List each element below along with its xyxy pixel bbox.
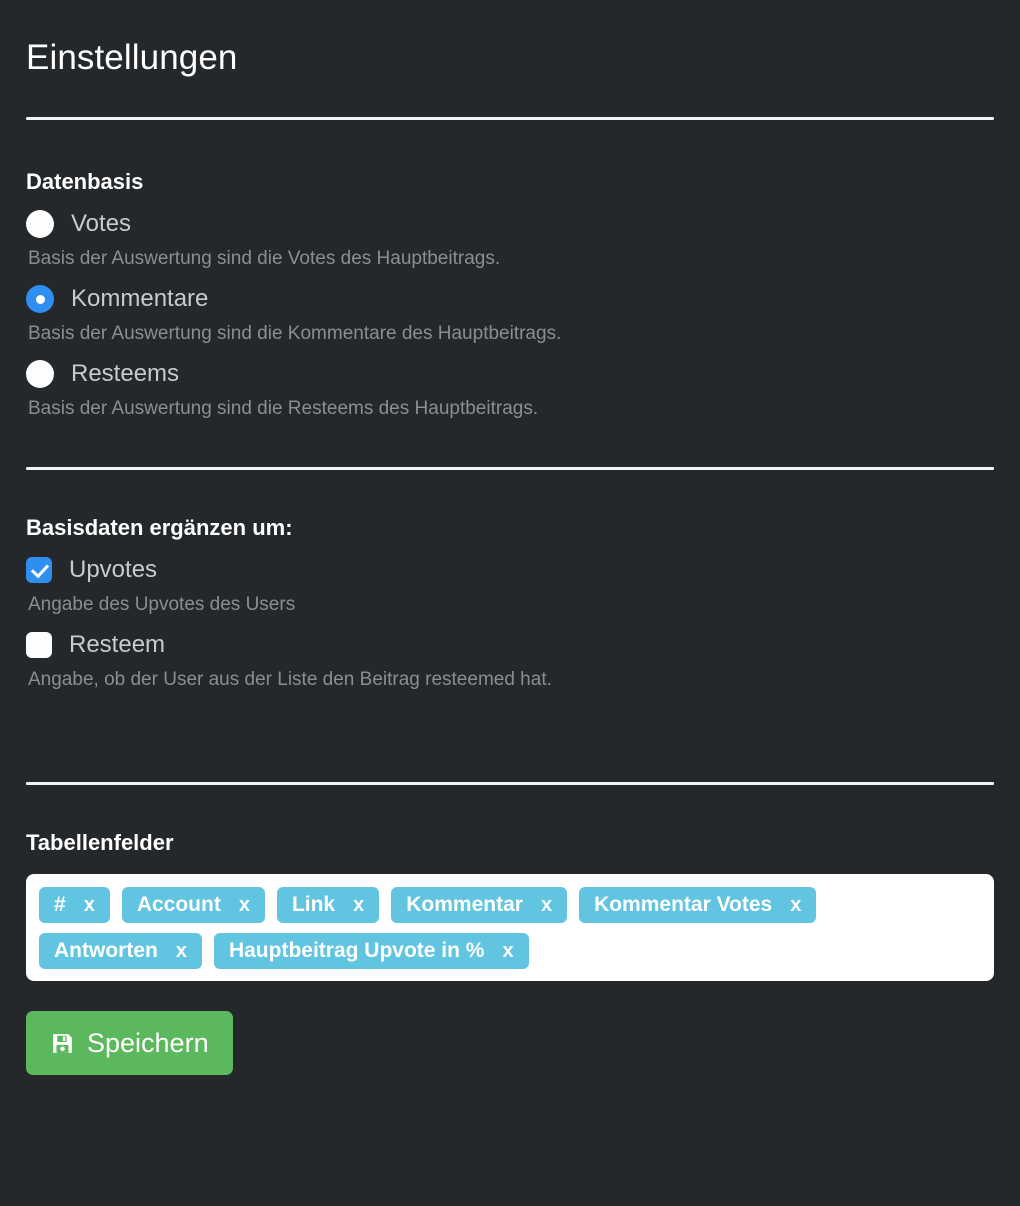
tag-chip[interactable]: Kommentar Votes x: [579, 887, 817, 923]
radio-description-kommentare: Basis der Auswertung sind die Kommentare…: [28, 323, 562, 344]
checkbox-group-erganzen: Upvotes Angabe des Upvotes des Users Res…: [26, 556, 994, 692]
checkbox-option-upvotes[interactable]: Upvotes: [26, 556, 994, 584]
section-heading-tabellenfelder: Tabellenfelder: [26, 830, 174, 855]
radio-icon-votes[interactable]: [26, 210, 54, 238]
checkbox-label-resteem: Resteem: [69, 631, 166, 658]
radio-label-resteems: Resteems: [71, 360, 180, 387]
tag-chip[interactable]: Hauptbeitrag Upvote in % x: [213, 933, 529, 969]
radio-label-kommentare: Kommentare: [71, 285, 209, 312]
checkbox-label-upvotes: Upvotes: [69, 556, 158, 583]
tag-chip-remove-icon[interactable]: x: [239, 887, 250, 923]
radio-description-resteems: Basis der Auswertung sind die Resteems d…: [28, 398, 539, 419]
section-heading-datenbasis: Datenbasis: [26, 169, 144, 194]
tag-chip-remove-icon[interactable]: x: [790, 887, 801, 923]
tag-chip[interactable]: Link x: [276, 887, 380, 923]
tag-chip-remove-icon[interactable]: x: [84, 887, 95, 923]
tag-chip-label: Kommentar Votes: [594, 893, 773, 916]
tag-chip-label: Antworten: [54, 939, 158, 962]
checkbox-description-upvotes: Angabe des Upvotes des Users: [28, 594, 296, 615]
radio-icon-kommentare[interactable]: [26, 285, 54, 313]
radio-group-datenbasis: Votes Basis der Auswertung sind die Vote…: [26, 210, 994, 421]
save-button-label: Speichern: [87, 1027, 209, 1058]
save-button[interactable]: Speichern: [26, 1011, 233, 1075]
tabellenfelder-tag-input[interactable]: # x Account x Link x Kommentar x Kommentar Votes…: [26, 874, 994, 981]
radio-description-votes: Basis der Auswertung sind die Votes des …: [28, 248, 501, 269]
radio-label-votes: Votes: [71, 210, 132, 237]
save-floppy-icon: [50, 1031, 75, 1056]
tag-chip-label: #: [54, 893, 66, 916]
tag-chip-label: Hauptbeitrag Upvote in %: [228, 939, 485, 962]
checkbox-description-resteem: Angabe, ob der User aus der Liste den Be…: [28, 669, 552, 690]
tag-chip-remove-icon[interactable]: x: [176, 933, 187, 969]
radio-option-resteems[interactable]: Resteems: [26, 360, 994, 388]
tag-chip[interactable]: Account x: [121, 887, 265, 923]
tag-chip-label: Link: [291, 893, 336, 916]
tag-chip-label: Account: [136, 893, 221, 916]
checkbox-option-resteem[interactable]: Resteem: [26, 631, 994, 659]
tag-chip[interactable]: Kommentar x: [391, 887, 568, 923]
settings-page: Einstellungen Datenbasis Votes Basis der…: [0, 0, 1020, 1206]
checkbox-icon-resteem[interactable]: [26, 632, 52, 658]
tag-chip-remove-icon[interactable]: x: [353, 887, 364, 923]
radio-icon-resteems[interactable]: [26, 360, 54, 388]
tag-chip[interactable]: # x: [39, 887, 110, 923]
page-title: Einstellungen: [26, 38, 238, 77]
tag-chip[interactable]: Antworten x: [39, 933, 202, 969]
section-heading-erganzen: Basisdaten ergänzen um:: [26, 515, 293, 540]
checkbox-icon-upvotes[interactable]: [26, 557, 52, 583]
tag-chip-label: Kommentar: [406, 893, 523, 916]
tag-chip-remove-icon[interactable]: x: [541, 887, 552, 923]
radio-option-votes[interactable]: Votes: [26, 210, 994, 238]
radio-option-kommentare[interactable]: Kommentare: [26, 285, 994, 313]
tag-chip-remove-icon[interactable]: x: [502, 933, 513, 969]
